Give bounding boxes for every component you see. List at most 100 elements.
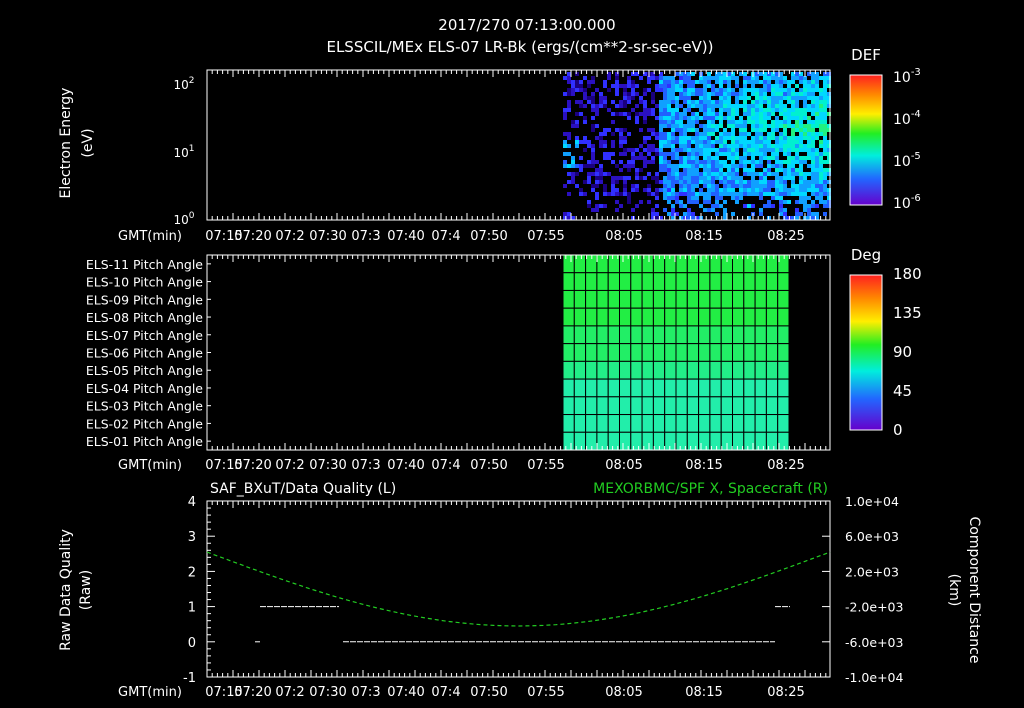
spectrogram-cell (671, 204, 675, 208)
spectrogram-cell (679, 172, 683, 176)
spectrogram-cell (783, 208, 787, 212)
pitch-cell (765, 396, 779, 416)
spectrogram-cell (807, 180, 811, 184)
spectrogram-cell (627, 176, 631, 180)
spectrogram-cell (739, 164, 743, 168)
spectrogram-cell (783, 92, 787, 96)
spectrogram-cell (563, 116, 567, 120)
spectrogram-cell (715, 124, 719, 128)
spectrogram-cell (663, 84, 667, 88)
spectrogram-cell (775, 72, 779, 76)
spectrogram-cell (695, 112, 699, 116)
spectrogram-cell (751, 104, 755, 108)
x-tick-label: 08:05 (605, 229, 642, 244)
spectrogram-cell (795, 136, 799, 140)
spectrogram-cell (571, 172, 575, 176)
spectrogram-cell (683, 212, 687, 216)
spectrogram-cell (803, 196, 807, 200)
spectrogram-cell (659, 112, 663, 116)
spectrogram-cell (623, 176, 627, 180)
spectrogram-cell (679, 200, 683, 204)
spectrogram-cell (739, 96, 743, 100)
spectrogram-cell (691, 112, 695, 116)
spectrogram-cell (619, 192, 623, 196)
spectrogram-cell (687, 184, 691, 188)
spectrogram-cell (651, 144, 655, 148)
spectrogram-cell (579, 140, 583, 144)
spectrogram-cell (811, 192, 815, 196)
spectrogram-cell (735, 76, 739, 80)
spectrogram-cell (623, 128, 627, 132)
spectrogram-cell (755, 100, 759, 104)
pitch-cell (607, 307, 621, 327)
spectrogram-cell (707, 188, 711, 192)
spectrogram-cell (811, 84, 815, 88)
spectrogram-cell (703, 168, 707, 172)
spectrogram-cell (731, 212, 735, 216)
spectrogram-cell (603, 152, 607, 156)
spectrogram-cell (759, 160, 763, 164)
spectrogram-cell (775, 96, 779, 100)
spectrogram-cell (699, 136, 703, 140)
spectrogram-cell (815, 100, 819, 104)
spectrogram-cell (803, 184, 807, 188)
spectrogram-cell (819, 140, 823, 144)
spectrogram-cell (599, 96, 603, 100)
spectrogram-cell (731, 188, 735, 192)
spectrogram-cell (683, 116, 687, 120)
spectrogram-cell (823, 92, 827, 96)
pitch-cell (607, 289, 621, 309)
spectrogram-cell (775, 108, 779, 112)
spectrogram-cell (687, 120, 691, 124)
spectrogram-cell (823, 176, 827, 180)
spectrogram-cell (823, 212, 827, 216)
spectrogram-cell (707, 128, 711, 132)
spectrogram-cell (615, 188, 619, 192)
spectrogram-cell (783, 152, 787, 156)
spectrogram-cell (699, 132, 703, 136)
spectrogram-cell (763, 172, 767, 176)
spectrogram-cell (667, 80, 671, 84)
spectrogram-cell (687, 188, 691, 192)
spectrogram-cell (599, 168, 603, 172)
spectrogram-cell (715, 204, 719, 208)
spectrogram-cell (759, 112, 763, 116)
spectrogram-cell (819, 164, 823, 168)
spectrogram-cell (799, 168, 803, 172)
spectrogram-cell (723, 188, 727, 192)
pitch-cell (652, 396, 666, 416)
spectrogram-cell (627, 132, 631, 136)
spectrogram-cell (779, 124, 783, 128)
spectrogram-cell (795, 172, 799, 176)
spectrogram-cell (807, 104, 811, 108)
spectrogram-cell (579, 188, 583, 192)
pitch-cell (596, 360, 609, 380)
spectrogram-cell (815, 156, 819, 160)
spectrogram-cell (667, 116, 671, 120)
spectrogram-cell (707, 136, 711, 140)
spectrogram-cell (679, 96, 683, 100)
pitch-cell (641, 396, 654, 416)
spectrogram-cell (723, 200, 727, 204)
pitch-cell (765, 325, 779, 345)
spectrogram-cell (659, 160, 663, 164)
spectrogram-cell (619, 128, 623, 132)
spectrogram-cell (763, 96, 767, 100)
spectrogram-cell (727, 172, 731, 176)
spectrogram-cell (779, 132, 783, 136)
spectrogram-cell (587, 96, 591, 100)
spectrogram-cell (703, 144, 707, 148)
spectrogram-cell (707, 116, 711, 120)
spectrogram-cell (687, 208, 691, 212)
spectrogram-cell (823, 192, 827, 196)
spectrogram-cell (647, 148, 651, 152)
spectrogram-cell (691, 136, 695, 140)
spectrogram-cell (735, 152, 739, 156)
spectrogram-cell (691, 216, 695, 220)
pitch-cell (585, 378, 598, 398)
deg-tick-0: 0 (893, 421, 903, 439)
spectrogram-cell (783, 148, 787, 152)
pitch-cell (619, 272, 632, 291)
spectrogram-cell (611, 160, 615, 164)
spectrogram-cell (735, 124, 739, 128)
